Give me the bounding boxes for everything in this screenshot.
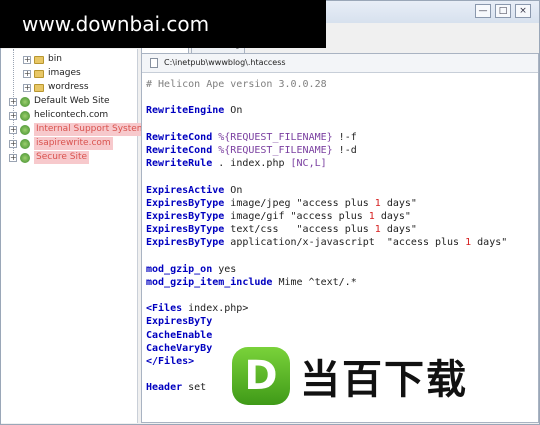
code-line: RewriteRule . index.php [NC,L] xyxy=(146,158,327,170)
website-globe-icon xyxy=(20,96,30,107)
code-line: ExpiresActive On xyxy=(146,184,243,196)
folder-icon xyxy=(34,69,44,78)
code-line: # Helicon Ape version 3.0.0.28 xyxy=(146,79,327,90)
code-line: RewriteEngine On xyxy=(146,105,243,117)
tree-item-bin[interactable]: + bin xyxy=(23,53,62,66)
code-line: ExpiresByType image/gif "access plus 1 d… xyxy=(146,210,411,222)
site-logo: D 当百下载 xyxy=(232,340,532,412)
tree-item-label: Internal Support System xyxy=(34,123,148,136)
code-line: RewriteCond %{REQUEST_FILENAME} !-d xyxy=(146,144,357,156)
close-button[interactable]: × xyxy=(515,4,531,18)
code-line: <Files index.php> xyxy=(146,303,249,315)
tree-item-label: helicontech.com xyxy=(34,110,109,120)
tree-item-label: Default Web Site xyxy=(34,96,110,106)
expand-icon[interactable]: + xyxy=(9,97,17,106)
expand-icon[interactable]: + xyxy=(23,55,31,64)
folder-icon xyxy=(34,83,44,92)
tree-item-secure-site[interactable]: + Secure Site xyxy=(9,151,90,164)
maximize-button[interactable]: □ xyxy=(495,4,511,18)
tree-item-label: bin xyxy=(48,54,62,64)
tree-item-helicontech[interactable]: + helicontech.com xyxy=(9,109,108,122)
website-globe-icon xyxy=(20,152,30,163)
code-line: ExpiresByType image/jpeg "access plus 1 … xyxy=(146,197,417,209)
expand-icon[interactable]: + xyxy=(9,139,17,148)
expand-icon[interactable]: + xyxy=(9,153,17,162)
folder-icon xyxy=(34,55,44,64)
file-path: C:\inetpub\wwwblog\.htaccess xyxy=(164,58,286,67)
website-globe-icon xyxy=(20,138,30,149)
tree-item-internal-support-system[interactable]: + Internal Support System xyxy=(9,123,148,136)
file-path-bar: C:\inetpub\wwwblog\.htaccess xyxy=(142,54,538,73)
code-line: mod_gzip_item_include Mime ^text/.* xyxy=(146,276,357,288)
code-line: ExpiresByType text/css "access plus 1 da… xyxy=(146,224,417,236)
tree-item-label: wordress xyxy=(48,82,89,92)
site-tree: + bin + images + wordress + Default Web … xyxy=(1,49,148,423)
code-line: mod_gzip_on yes xyxy=(146,263,237,275)
expand-icon[interactable]: + xyxy=(9,125,17,134)
file-icon xyxy=(150,58,158,68)
tree-item-label: Secure Site xyxy=(34,151,90,164)
watermark-text: www.downbai.com xyxy=(22,12,210,36)
tree-item-label: isapirewrite.com xyxy=(34,137,113,150)
tree-item-label: images xyxy=(48,68,81,78)
expand-icon[interactable]: + xyxy=(23,83,31,92)
code-line: ExpiresByType application/x-javascript "… xyxy=(146,237,508,249)
tree-item-isapirewrite[interactable]: + isapirewrite.com xyxy=(9,137,113,150)
minimize-button[interactable]: — xyxy=(475,4,491,18)
code-line: RewriteCond %{REQUEST_FILENAME} !-f xyxy=(146,131,357,143)
tree-item-wordress[interactable]: + wordress xyxy=(23,81,89,94)
window-controls: — □ × xyxy=(475,4,531,18)
expand-icon[interactable]: + xyxy=(9,111,17,120)
logo-text: 当百下载 xyxy=(300,357,468,403)
expand-icon[interactable]: + xyxy=(23,69,31,78)
tree-item-default-web-site[interactable]: + Default Web Site xyxy=(9,95,110,108)
code-line: ExpiresByTy xyxy=(146,316,213,328)
website-globe-icon xyxy=(20,124,30,135)
website-globe-icon xyxy=(20,110,30,121)
watermark-banner: www.downbai.com xyxy=(0,0,326,48)
tree-item-images[interactable]: + images xyxy=(23,67,81,80)
logo-mark: D xyxy=(232,347,290,405)
